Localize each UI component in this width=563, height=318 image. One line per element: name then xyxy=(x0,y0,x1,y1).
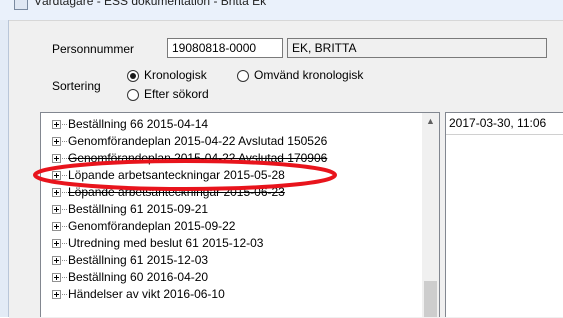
tree-item-label: Beställning 61 2015-09-21 xyxy=(68,202,209,216)
personnummer-field[interactable]: 19080818-0000 xyxy=(167,38,283,58)
expand-icon[interactable] xyxy=(52,222,61,231)
tree-item-label: Händelser av vikt 2016-06-10 xyxy=(68,287,225,301)
expand-icon[interactable] xyxy=(52,205,61,214)
red-ellipse-annotation xyxy=(33,159,337,191)
tree-item[interactable]: Utredning med beslut 61 2015-12-03 xyxy=(41,235,421,252)
name-field: EK, BRITTA xyxy=(287,38,547,58)
tree-item[interactable]: Beställning 60 2016-04-20 xyxy=(41,269,421,286)
personnummer-label: Personnummer xyxy=(52,42,135,56)
tree-item-label: Beställning 66 2015-04-14 xyxy=(68,117,209,131)
sorting-label: Sortering xyxy=(52,79,101,93)
timestamp-field: 2017-03-30, 11:06 xyxy=(446,113,563,135)
window-frame xyxy=(0,20,9,317)
tree-item-label: Beställning 61 2015-12-03 xyxy=(68,253,209,267)
tree-item-label: Genomförandeplan 2015-04-22 Avslutad 150… xyxy=(68,134,328,148)
document-tree[interactable]: Beställning 66 2015-04-14 Genomförandepl… xyxy=(40,112,440,317)
tree-item-label: Utredning med beslut 61 2015-12-03 xyxy=(68,236,264,250)
expand-icon[interactable] xyxy=(52,273,61,282)
tree-item[interactable]: Beställning 66 2015-04-14 xyxy=(41,116,421,133)
tree-item-label: Genomförandeplan 2015-09-22 xyxy=(68,219,236,233)
radio-chronological[interactable] xyxy=(127,70,139,82)
radio-by-keyword-label: Efter sökord xyxy=(144,87,209,101)
tree-item[interactable]: Händelser av vikt 2016-06-10 xyxy=(41,286,421,303)
scroll-thumb[interactable] xyxy=(424,281,437,317)
window-title: Vårdtagare - ESS dokumentation - Britta … xyxy=(34,0,267,8)
tree-item[interactable]: Genomförandeplan 2015-04-22 Avslutad 150… xyxy=(41,133,421,150)
scroll-up-icon[interactable]: ▲ xyxy=(422,113,439,130)
detail-pane: 2017-03-30, 11:06 xyxy=(445,112,563,317)
radio-by-keyword[interactable] xyxy=(127,89,139,101)
expand-icon[interactable] xyxy=(52,239,61,248)
vertical-scrollbar[interactable]: ▲ xyxy=(422,113,439,317)
expand-icon[interactable] xyxy=(52,137,61,146)
radio-reverse-chronological-label: Omvänd kronologisk xyxy=(254,68,364,82)
title-bar: Vårdtagare - ESS dokumentation - Britta … xyxy=(0,0,563,20)
expand-icon[interactable] xyxy=(52,256,61,265)
annotation-ellipse xyxy=(33,159,337,191)
radio-chronological-label: Kronologisk xyxy=(144,68,207,82)
expand-icon[interactable] xyxy=(52,120,61,129)
app-icon xyxy=(14,0,28,10)
expand-icon[interactable] xyxy=(52,290,61,299)
tree-item[interactable]: Genomförandeplan 2015-09-22 xyxy=(41,218,421,235)
tree-item-label: Beställning 60 2016-04-20 xyxy=(68,270,209,284)
tree-item[interactable]: Beställning 61 2015-09-21 xyxy=(41,201,421,218)
radio-reverse-chronological[interactable] xyxy=(237,70,249,82)
tree-item[interactable]: Beställning 61 2015-12-03 xyxy=(41,252,421,269)
